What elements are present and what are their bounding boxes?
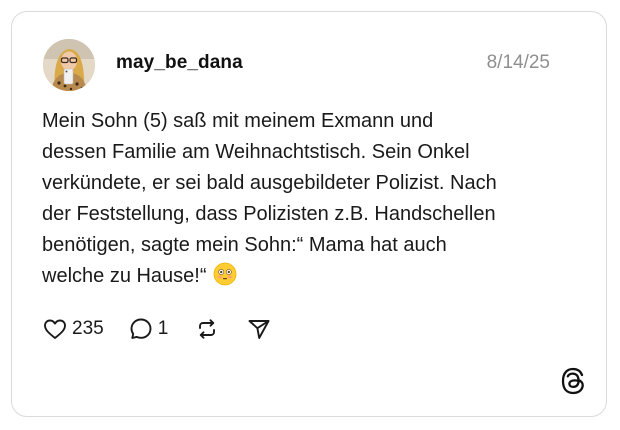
post-text-line: welche zu Hause!“ — [42, 265, 207, 287]
post-text-line: dessen Familie am Weihnachtstisch. Sein … — [42, 141, 470, 163]
comment-bubble-icon — [130, 318, 152, 339]
avatar[interactable] — [43, 39, 95, 91]
like-button[interactable]: 235 — [42, 316, 104, 342]
reply-button[interactable]: 1 — [128, 316, 169, 342]
threads-logo-icon[interactable] — [560, 367, 586, 395]
post-text-line: verkündete, er sei bald ausgebildeter Po… — [42, 172, 497, 194]
post-text-line: benötigen, sagte mein Sohn:“ Mama hat au… — [42, 234, 447, 256]
post-text-last-line: welche zu Hause!“ — [42, 261, 582, 292]
post-text-line: Mein Sohn (5) saß mit meinem Exmann und — [42, 110, 434, 132]
repost-button[interactable] — [194, 316, 220, 342]
post-actions: 235 1 — [42, 314, 272, 344]
heart-icon — [44, 319, 66, 339]
flushed-face-icon — [213, 262, 236, 286]
reply-count: 1 — [157, 318, 169, 339]
post-date: 8/14/25 — [486, 52, 550, 73]
like-count: 235 — [72, 318, 104, 339]
repost-icon — [199, 319, 216, 339]
post-text: Mein Sohn (5) saß mit meinem Exmann und … — [42, 106, 582, 292]
post-card: may_be_dana 8/14/25 Mein Sohn (5) saß mi… — [11, 11, 607, 417]
avatar-photo — [43, 39, 95, 91]
share-button[interactable] — [246, 316, 272, 342]
username[interactable]: may_be_dana — [116, 52, 243, 74]
send-icon — [248, 320, 270, 339]
post-text-line: der Feststellung, dass Polizisten z.B. H… — [42, 203, 496, 225]
